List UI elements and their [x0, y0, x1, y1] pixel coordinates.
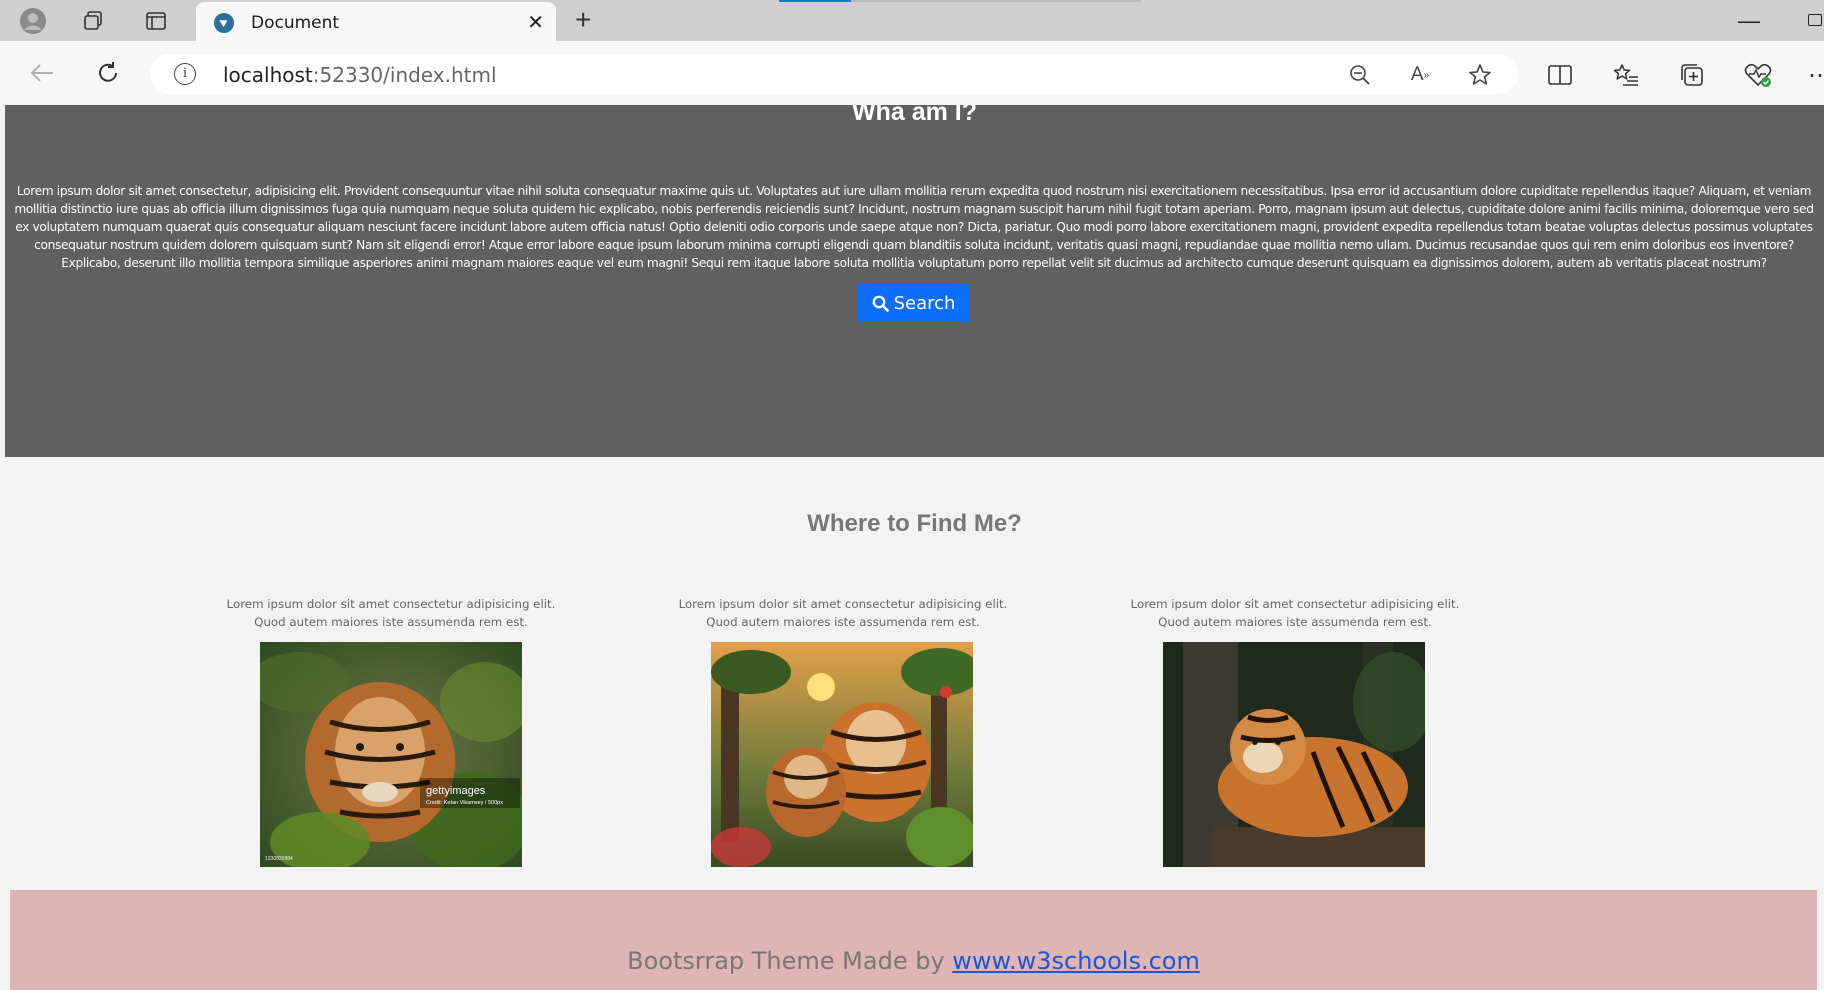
- more-options-icon[interactable]: ⋯: [1806, 61, 1824, 89]
- tab-loading-track: [851, 0, 1141, 2]
- footer-text: Bootsrrap Theme Made by www.w3schools.co…: [627, 947, 1200, 975]
- tiger-photo-1: gettyimages Credit: Ketan Vikamsey / 500…: [260, 642, 522, 867]
- favorite-star-icon[interactable]: [1468, 63, 1492, 87]
- browser-titlebar: Document ✕ + —: [0, 0, 1824, 41]
- browser-navbar: i localhost:52330/index.html A» ⋯: [0, 41, 1824, 105]
- zoom-out-icon[interactable]: [1348, 63, 1372, 87]
- restore-icon[interactable]: [1808, 14, 1822, 26]
- active-tab[interactable]: Document ✕: [196, 2, 556, 41]
- hero-title: Wha am I?: [851, 105, 977, 126]
- tiger-photo-3: [1163, 642, 1425, 867]
- photo-credit: Credit: Ketan Vikamsey / 500px: [426, 800, 503, 806]
- location-card: Lorem ipsum dolor sit amet consectetur a…: [221, 595, 561, 867]
- card-description: Lorem ipsum dolor sit amet consectetur a…: [226, 597, 556, 629]
- hero-section: Wha am I? Lorem ipsum dolor sit amet con…: [5, 105, 1824, 457]
- card-description: Lorem ipsum dolor sit amet consectetur a…: [1130, 597, 1460, 629]
- where-title: Where to Find Me?: [807, 510, 1022, 537]
- browser-essentials-icon[interactable]: [1744, 61, 1772, 89]
- photo-code: 1330830984: [265, 856, 293, 862]
- search-button[interactable]: Search: [857, 284, 970, 322]
- tiger-photo-2: [711, 642, 973, 867]
- vertical-tabs-icon[interactable]: [143, 8, 169, 34]
- workspaces-icon[interactable]: [80, 8, 106, 34]
- tab-title: Document: [251, 13, 340, 33]
- favorites-icon[interactable]: [1612, 61, 1640, 89]
- address-bar[interactable]: i localhost:52330/index.html A»: [150, 54, 1518, 94]
- location-card: Lorem ipsum dolor sit amet consectetur a…: [1125, 595, 1465, 867]
- search-button-label: Search: [893, 292, 956, 314]
- card-description: Lorem ipsum dolor sit amet consectetur a…: [678, 597, 1008, 629]
- getty-watermark: gettyimages: [426, 785, 486, 797]
- profile-avatar-icon[interactable]: [20, 8, 46, 34]
- footer-link[interactable]: www.w3schools.com: [952, 947, 1200, 975]
- site-info-icon[interactable]: i: [174, 63, 196, 85]
- back-arrow-icon[interactable]: [26, 57, 58, 89]
- page-viewport: Wha am I? Lorem ipsum dolor sit amet con…: [5, 105, 1824, 990]
- url-text[interactable]: localhost:52330/index.html: [223, 63, 497, 87]
- minimize-icon[interactable]: —: [1738, 8, 1760, 34]
- hero-paragraph: Lorem ipsum dolor sit amet consectetur, …: [14, 184, 1814, 270]
- read-aloud-icon[interactable]: A»: [1408, 63, 1432, 87]
- search-icon: [872, 295, 889, 312]
- footer: Bootsrrap Theme Made by www.w3schools.co…: [10, 890, 1817, 990]
- new-tab-icon[interactable]: +: [575, 6, 591, 34]
- tab-loading-bar: [779, 0, 851, 2]
- location-card: Lorem ipsum dolor sit amet consectetur a…: [673, 595, 1013, 867]
- tab-close-icon[interactable]: ✕: [527, 10, 544, 35]
- refresh-icon[interactable]: [92, 57, 124, 89]
- collections-icon[interactable]: [1678, 61, 1706, 89]
- split-screen-icon[interactable]: [1546, 61, 1574, 89]
- tab-favicon-icon: [214, 13, 234, 33]
